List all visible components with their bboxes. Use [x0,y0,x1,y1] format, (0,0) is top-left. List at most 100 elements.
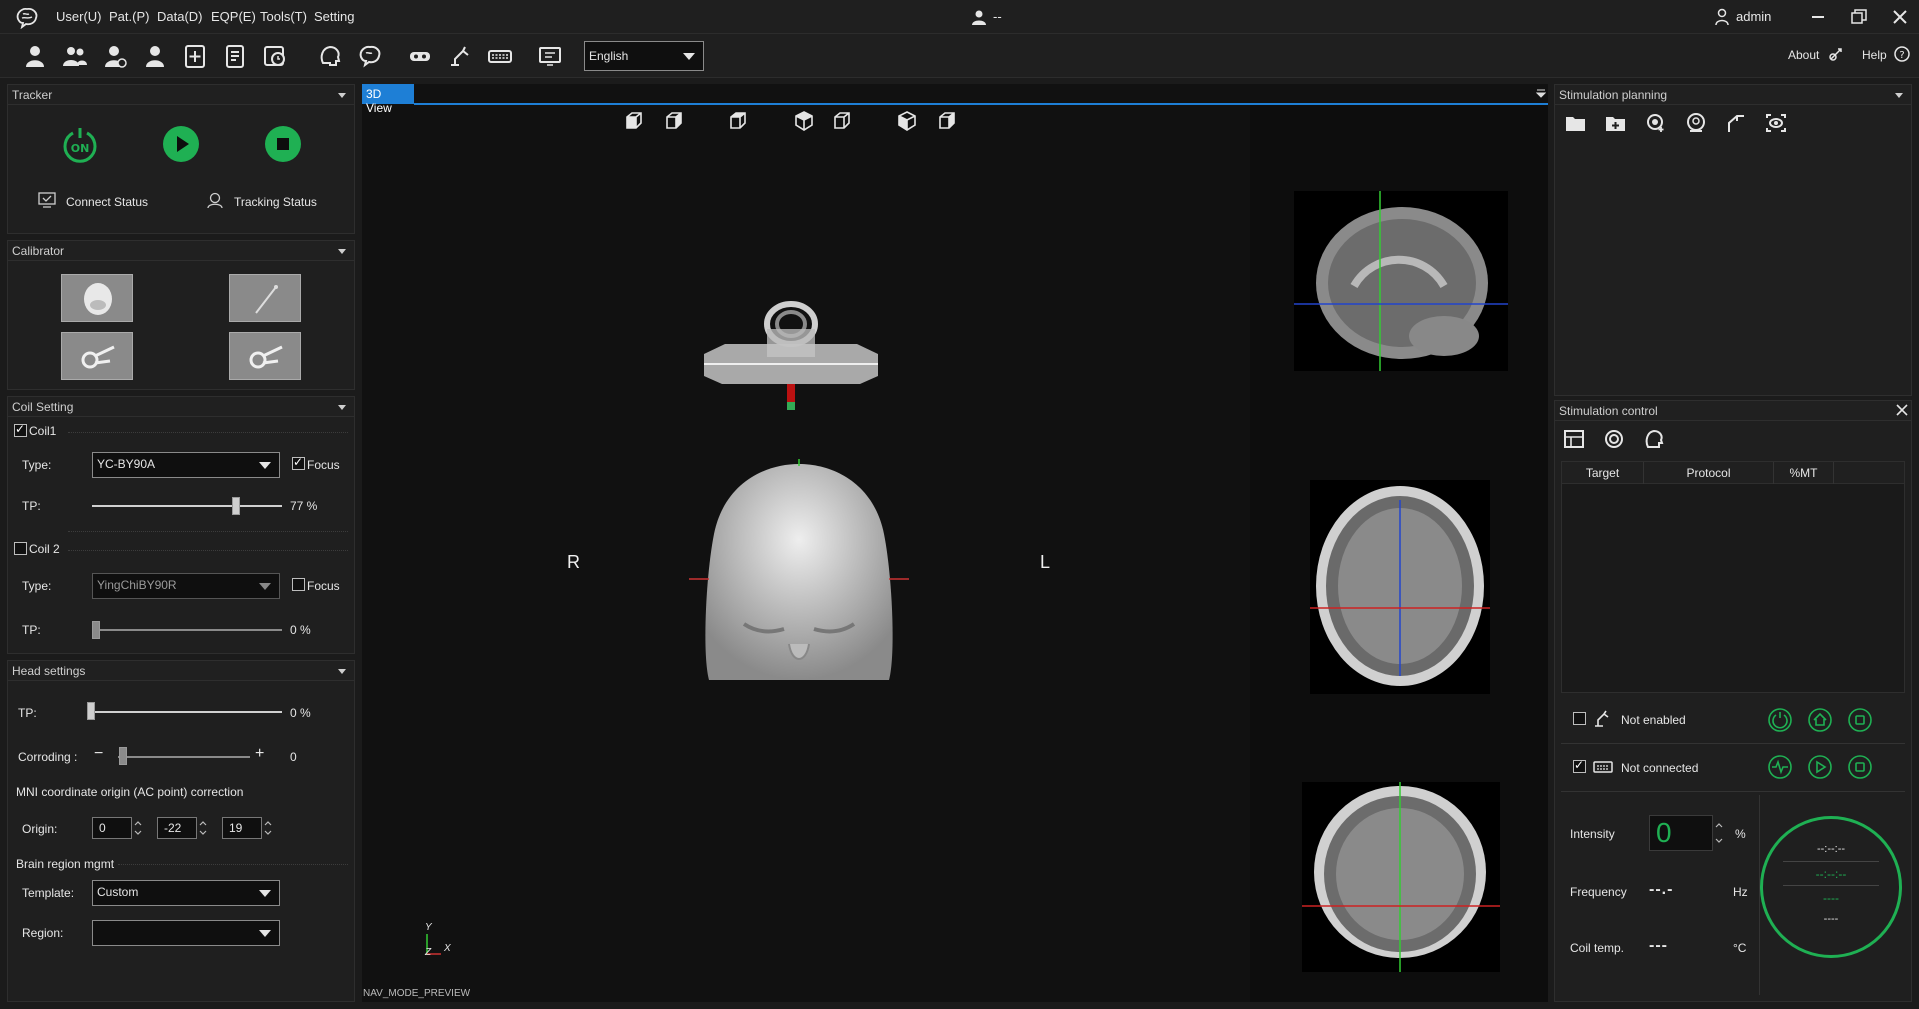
collapse-icon[interactable] [338,249,346,254]
origin-x-input[interactable]: 0 [92,817,132,839]
tracker-stop-button[interactable] [265,126,301,162]
calibrator-header[interactable]: Calibrator [8,241,354,261]
column-protocol[interactable]: Protocol [1644,462,1774,484]
intensity-input[interactable]: 0 [1649,815,1713,851]
view-front-icon[interactable] [624,111,644,131]
patient-alt-icon[interactable] [142,43,168,69]
coil2-calibration-button[interactable] [229,332,301,380]
view-menu-icon[interactable] [1535,88,1547,98]
stimulation-planning-header[interactable]: Stimulation planning [1555,85,1911,105]
collapse-icon[interactable] [1895,93,1903,98]
coil2-focus-checkbox[interactable] [292,578,305,591]
intensity-stepper[interactable] [1713,815,1725,851]
pointer-calibration-button[interactable] [229,274,301,322]
origin-z-input[interactable]: 19 [222,817,262,839]
view-top-icon[interactable] [794,111,814,131]
monitor-icon[interactable] [537,43,563,69]
arm-power-button[interactable] [1767,707,1793,733]
open-folder-icon[interactable] [1565,113,1587,133]
menu-data[interactable]: Data(D) [157,9,203,24]
new-folder-icon[interactable] [1605,113,1627,133]
column-target[interactable]: Target [1562,462,1644,484]
coil1-tp-slider[interactable] [92,505,282,507]
3d-view[interactable]: 3D View R L Y Z X NAV_MODE_PREVIEW [362,84,1548,1002]
view-reset-icon[interactable] [937,111,957,131]
head-target-icon[interactable] [1685,113,1707,133]
template-select[interactable]: Custom [92,880,280,906]
origin-y-input[interactable]: -22 [157,817,197,839]
collapse-icon[interactable] [338,405,346,410]
head-calibration-button[interactable] [61,274,133,322]
report-icon[interactable] [222,43,248,69]
menu-setting[interactable]: Setting [314,9,354,24]
corroding-slider[interactable] [118,756,250,758]
view-bottom-icon[interactable] [897,111,917,131]
tracker-header[interactable]: Tracker [8,85,354,105]
corroding-slider-handle[interactable] [119,747,127,765]
coil-icon[interactable] [407,43,433,69]
origin-z-stepper[interactable] [262,817,274,839]
head-settings-header[interactable]: Head settings [8,661,354,681]
head-tp-slider-handle[interactable] [87,702,95,720]
tracker-on-button[interactable]: ON [61,125,99,163]
camera-view-icon[interactable] [1765,113,1787,133]
tab-3d-view[interactable]: 3D View [362,84,414,115]
coil1-checkbox[interactable] [14,422,27,437]
pulse-button[interactable] [1767,754,1793,780]
target-settings-icon[interactable] [1603,429,1625,449]
coil1-calibration-button[interactable] [61,332,133,380]
coil2-checkbox[interactable] [14,542,27,555]
coil2-type-select[interactable]: YingChiBY90R [92,573,280,599]
menu-patient[interactable]: Pat.(P) [109,9,149,24]
help-icon[interactable]: ? [1894,46,1910,62]
head-icon[interactable] [317,43,343,69]
collapse-icon[interactable] [338,669,346,674]
about-icon[interactable] [1828,46,1844,62]
arm-home-button[interactable] [1807,707,1833,733]
add-record-icon[interactable] [182,43,208,69]
coil2-tp-slider[interactable] [92,629,282,631]
region-select[interactable] [92,920,280,946]
sagittal-slice[interactable] [1294,191,1508,371]
coil1-focus-checkbox[interactable] [292,455,305,470]
users-icon[interactable] [62,43,88,69]
about-link[interactable]: About [1788,48,1819,62]
view-left-icon[interactable] [728,111,748,131]
origin-x-stepper[interactable] [132,817,144,839]
arm-enable-checkbox[interactable] [1573,712,1586,725]
stimulate-stop-button[interactable] [1847,754,1873,780]
coil1-type-select[interactable]: YC-BY90A [92,452,280,478]
corroding-minus-button[interactable]: − [94,745,103,763]
menu-equipment[interactable]: EQP(E) [211,9,256,24]
slider-handle[interactable] [232,497,241,515]
tracker-play-button[interactable] [163,126,199,162]
minimize-icon[interactable] [1812,16,1824,18]
user-icon[interactable] [22,43,48,69]
collapse-icon[interactable] [338,93,346,98]
view-right-icon[interactable] [832,111,852,131]
restore-icon[interactable] [1851,9,1867,25]
corroding-plus-button[interactable]: + [255,745,264,763]
language-select[interactable]: English [584,41,704,71]
coronal-slice[interactable] [1302,782,1500,972]
slider-handle[interactable] [92,621,100,639]
arm-stop-button[interactable] [1847,707,1873,733]
robot-arm-icon[interactable] [1725,113,1747,133]
coil-setting-header[interactable]: Coil Setting [8,397,354,417]
help-link[interactable]: Help [1862,48,1887,62]
stimulate-play-button[interactable] [1807,754,1833,780]
menu-tools[interactable]: Tools(T) [260,9,307,24]
history-icon[interactable] [262,43,288,69]
head-profile-icon[interactable] [1643,429,1665,449]
head-tp-slider[interactable] [90,711,282,713]
axial-slice[interactable] [1310,480,1490,694]
close-icon[interactable] [1892,9,1908,25]
account-name[interactable]: admin [1736,9,1771,24]
arm-icon[interactable] [447,43,473,69]
view-back-icon[interactable] [664,111,684,131]
close-icon[interactable] [1896,404,1908,416]
keyboard-icon[interactable] [487,43,513,69]
origin-y-stepper[interactable] [197,817,209,839]
stimulator-checkbox[interactable] [1573,758,1586,773]
protocol-list-icon[interactable] [1563,429,1585,449]
